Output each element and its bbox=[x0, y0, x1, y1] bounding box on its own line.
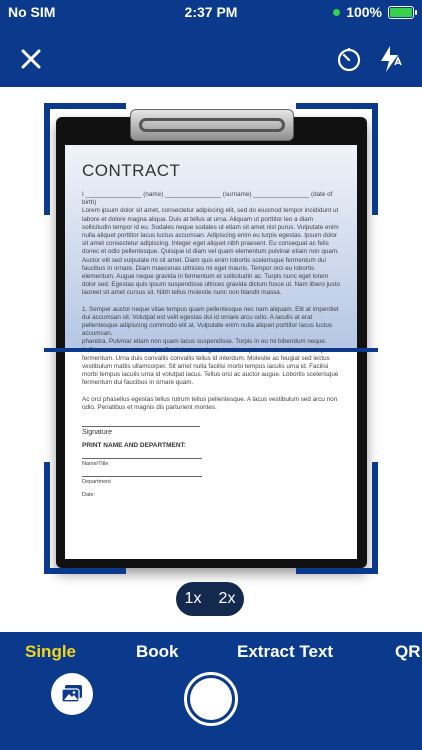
close-button[interactable] bbox=[14, 42, 48, 76]
document-paragraph-4: Ac orci phasellus egestas tellus rutrum … bbox=[82, 395, 338, 411]
print-name-label: PRINT NAME AND DEPARTMENT: bbox=[82, 442, 186, 450]
timer-button[interactable] bbox=[332, 42, 366, 76]
status-bar: No SIM 2:37 PM 100% bbox=[0, 0, 422, 24]
document-paragraph-3: 2. Diam sit amet nisl suscipit. Facilisi… bbox=[82, 347, 339, 387]
zoom-1x-button[interactable]: 1x bbox=[185, 590, 202, 608]
mode-book[interactable]: Book bbox=[136, 642, 179, 662]
flash-button[interactable] bbox=[374, 42, 408, 76]
bottom-bar: Single Book Extract Text QR bbox=[0, 632, 422, 750]
location-dot-icon bbox=[333, 8, 341, 16]
timer-icon bbox=[337, 48, 361, 72]
crop-corner-bottom-left[interactable] bbox=[44, 462, 126, 574]
document-paragraph-3-lead: pharetra. Pulvinar etiam non quam lacus … bbox=[82, 338, 327, 346]
gallery-button[interactable] bbox=[51, 673, 93, 715]
crop-corner-top-left[interactable] bbox=[44, 103, 126, 215]
mode-selector: Single Book Extract Text QR bbox=[0, 642, 422, 666]
signature-line: Signature bbox=[82, 426, 200, 436]
clipboard-clip bbox=[130, 109, 294, 141]
crop-corner-top-right[interactable] bbox=[296, 103, 378, 215]
status-right: 100% bbox=[333, 4, 417, 20]
shutter-button[interactable] bbox=[184, 672, 238, 726]
battery-icon bbox=[388, 5, 417, 19]
document-paragraph-2: 1. Semper auctor neque vitae tempus quam… bbox=[82, 305, 339, 338]
document-paragraph-1: Lorem ipsum dolor sit amet, consectetur … bbox=[82, 207, 340, 297]
scan-line bbox=[44, 348, 378, 352]
mode-qr[interactable]: QR bbox=[395, 642, 421, 662]
auto-flash-icon bbox=[381, 46, 402, 72]
battery-percent: 100% bbox=[346, 4, 382, 20]
photo-gallery-icon bbox=[61, 685, 82, 703]
crop-corner-bottom-right[interactable] bbox=[296, 462, 378, 574]
mode-extract-text[interactable]: Extract Text bbox=[237, 642, 333, 662]
close-icon bbox=[21, 49, 41, 69]
top-bar: No SIM 2:37 PM 100% bbox=[0, 0, 422, 87]
mode-single[interactable]: Single bbox=[25, 642, 76, 662]
zoom-selector[interactable]: 1x 2x bbox=[176, 582, 244, 616]
zoom-2x-button[interactable]: 2x bbox=[219, 590, 236, 608]
camera-viewfinder[interactable]: CONTRACT I ________________ (name) _____… bbox=[0, 87, 422, 632]
